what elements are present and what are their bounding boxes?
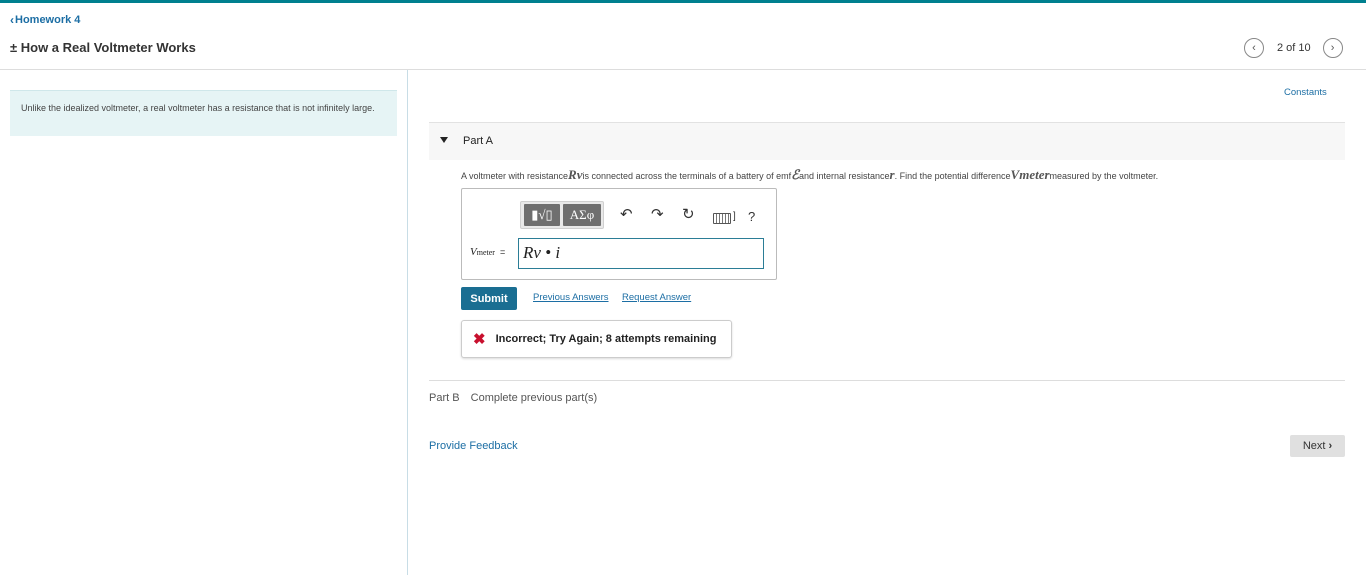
chevron-left-icon: ‹ (1252, 42, 1256, 54)
submit-button[interactable]: Submit (461, 287, 517, 310)
part-divider (429, 380, 1345, 381)
chevron-right-icon: › (1330, 42, 1335, 54)
chevron-right-icon: › (1328, 440, 1333, 452)
part-a-header[interactable]: Part A (429, 122, 1345, 160)
part-b-row: Part B Complete previous part(s) (429, 392, 597, 404)
answer-box: ▮√▯ ΑΣφ ↶ ↷ ↻ ] ? Vmeter = Rv • i (461, 188, 777, 280)
part-b-status: Complete previous part(s) (470, 392, 598, 404)
lhs-subscript: meter (476, 248, 495, 257)
question-var-rv: Rv (568, 167, 583, 182)
previous-answers-link[interactable]: Previous Answers (533, 292, 609, 303)
undo-icon[interactable]: ↶ (620, 207, 633, 222)
lhs-variable: V (470, 246, 477, 258)
back-to-homework-link[interactable]: ‹ Homework 4 (10, 13, 80, 27)
provide-feedback-link[interactable]: Provide Feedback (429, 440, 518, 452)
answer-lhs: Vmeter = (470, 246, 505, 258)
question-var-emf: ℰ (791, 167, 799, 182)
keyboard-icon[interactable] (713, 213, 731, 224)
question-text: measured by the voltmeter. (1049, 171, 1159, 181)
chevron-left-icon: ‹ (10, 13, 14, 27)
top-accent-bar (0, 0, 1366, 3)
x-mark-icon: ✖ (473, 331, 486, 348)
next-button[interactable]: Next › (1290, 435, 1345, 457)
next-label: Next (1302, 440, 1326, 452)
question-text: A voltmeter with resistance (461, 171, 569, 181)
pager-count: 2 of 10 (1277, 42, 1311, 54)
header-divider (0, 69, 1366, 70)
templates-button[interactable]: ▮√▯ (524, 204, 560, 226)
math-toolbar: ▮√▯ ΑΣφ (520, 201, 604, 229)
question-text: . Find the potential difference (894, 171, 1011, 181)
reset-icon[interactable]: ↻ (682, 207, 695, 222)
question-text: is connected across the terminals of a b… (582, 171, 792, 181)
part-a-label: Part A (463, 135, 493, 147)
column-divider (407, 70, 408, 575)
request-answer-link[interactable]: Request Answer (622, 292, 691, 303)
pager: ‹ 2 of 10 › (1244, 38, 1343, 58)
question-text: and internal resistance (798, 171, 890, 181)
next-item-button[interactable]: › (1322, 38, 1343, 58)
previous-item-button[interactable]: ‹ (1244, 38, 1264, 58)
feedback-message: Incorrect; Try Again; 8 attempts remaini… (495, 333, 717, 345)
triangle-down-icon (440, 137, 448, 143)
symbols-button[interactable]: ΑΣφ (563, 204, 601, 226)
feedback-message-box: ✖ Incorrect; Try Again; 8 attempts remai… (461, 320, 732, 358)
part-b-label: Part B (429, 392, 460, 404)
page-title: ± How a Real Voltmeter Works (10, 40, 196, 55)
lhs-equals: = (499, 247, 506, 257)
intro-panel: Unlike the idealized voltmeter, a real v… (10, 90, 397, 136)
help-button[interactable]: ? (748, 209, 755, 224)
answer-input[interactable]: Rv • i (518, 238, 764, 269)
keyboard-caret-icon: ] (733, 211, 736, 222)
part-a-question: A voltmeter with resistance Rv is connec… (461, 167, 1158, 183)
back-link-label: Homework 4 (15, 14, 81, 26)
constants-link[interactable]: Constants (1284, 87, 1327, 98)
redo-icon[interactable]: ↷ (651, 207, 664, 222)
question-var-vmeter: Vmeter (1010, 167, 1050, 182)
